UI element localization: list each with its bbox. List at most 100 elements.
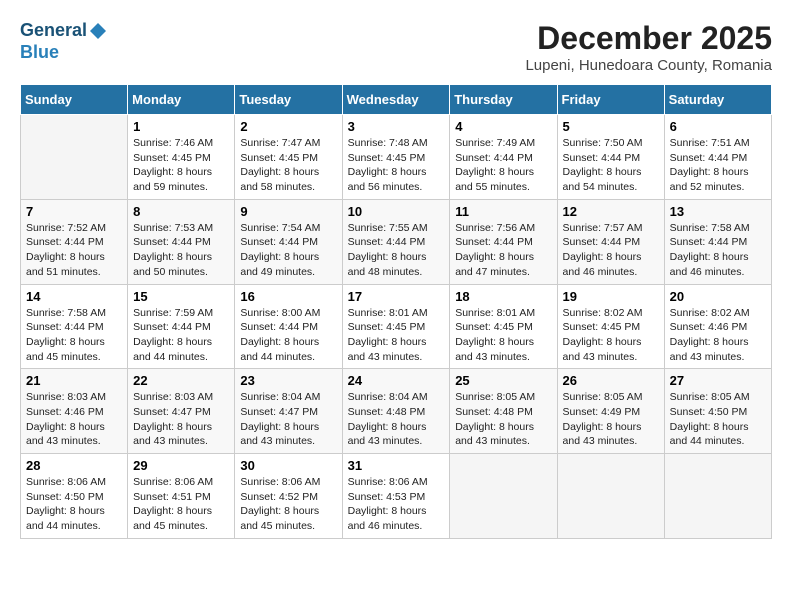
calendar-cell: 31Sunrise: 8:06 AMSunset: 4:53 PMDayligh… — [342, 454, 450, 539]
day-number: 10 — [348, 204, 445, 219]
day-info: Sunrise: 8:04 AMSunset: 4:47 PMDaylight:… — [240, 390, 336, 449]
calendar-cell: 25Sunrise: 8:05 AMSunset: 4:48 PMDayligh… — [450, 369, 557, 454]
day-info: Sunrise: 8:04 AMSunset: 4:48 PMDaylight:… — [348, 390, 445, 449]
calendar-week-row: 1 Sunrise: 7:46 AMSunset: 4:45 PMDaylight… — [21, 115, 772, 200]
calendar-cell: 5 Sunrise: 7:50 AMSunset: 4:44 PMDaylight… — [557, 115, 664, 200]
day-info: Sunrise: 7:59 AMSunset: 4:44 PMDaylight:… — [133, 306, 229, 365]
calendar-cell: 28 Sunrise: 8:06 AMSunset: 4:50 PMDayligh… — [21, 454, 128, 539]
day-info: Sunrise: 8:03 AMSunset: 4:47 PMDaylight:… — [133, 390, 229, 449]
logo: General Blue — [20, 20, 107, 63]
calendar-cell — [21, 115, 128, 200]
day-info: Sunrise: 8:01 AMSunset: 4:45 PMDaylight:… — [455, 306, 551, 365]
column-header-monday: Monday — [128, 85, 235, 115]
day-number: 30 — [240, 458, 336, 473]
day-number: 23 — [240, 373, 336, 388]
calendar-cell: 26 Sunrise: 8:05 AMSunset: 4:49 PMDayligh… — [557, 369, 664, 454]
day-info: Sunrise: 8:03 AMSunset: 4:46 PMDaylight:… — [26, 390, 122, 449]
calendar-week-row: 7 Sunrise: 7:52 AMSunset: 4:44 PMDaylight… — [21, 199, 772, 284]
day-number: 29 — [133, 458, 229, 473]
calendar-week-row: 21 Sunrise: 8:03 AMSunset: 4:46 PMDayligh… — [21, 369, 772, 454]
calendar-cell: 24 Sunrise: 8:04 AMSunset: 4:48 PMDayligh… — [342, 369, 450, 454]
day-info: Sunrise: 7:57 AMSunset: 4:44 PMDaylight:… — [563, 221, 659, 280]
day-number: 11 — [455, 204, 551, 219]
day-number: 12 — [563, 204, 659, 219]
logo-general-text: General — [20, 20, 87, 42]
day-number: 7 — [26, 204, 122, 219]
calendar-cell: 7 Sunrise: 7:52 AMSunset: 4:44 PMDaylight… — [21, 199, 128, 284]
day-info: Sunrise: 7:47 AMSunset: 4:45 PMDaylight:… — [240, 136, 336, 195]
calendar-cell: 3Sunrise: 7:48 AMSunset: 4:45 PMDaylight… — [342, 115, 450, 200]
day-number: 4 — [455, 119, 551, 134]
title-section: December 2025 Lupeni, Hunedoara County, … — [525, 20, 772, 74]
day-info: Sunrise: 7:53 AMSunset: 4:44 PMDaylight:… — [133, 221, 229, 280]
day-number: 25 — [455, 373, 551, 388]
day-info: Sunrise: 7:54 AMSunset: 4:44 PMDaylight:… — [240, 221, 336, 280]
day-number: 5 — [563, 119, 659, 134]
day-info: Sunrise: 7:46 AMSunset: 4:45 PMDaylight:… — [133, 136, 229, 195]
calendar-cell: 19 Sunrise: 8:02 AMSunset: 4:45 PMDayligh… — [557, 284, 664, 369]
calendar-cell: 4 Sunrise: 7:49 AMSunset: 4:44 PMDaylight… — [450, 115, 557, 200]
calendar-week-row: 28 Sunrise: 8:06 AMSunset: 4:50 PMDayligh… — [21, 454, 772, 539]
day-info: Sunrise: 8:01 AMSunset: 4:45 PMDaylight:… — [348, 306, 445, 365]
day-number: 27 — [670, 373, 766, 388]
location: Lupeni, Hunedoara County, Romania — [525, 57, 772, 74]
day-info: Sunrise: 7:55 AMSunset: 4:44 PMDaylight:… — [348, 221, 445, 280]
day-number: 1 — [133, 119, 229, 134]
day-number: 18 — [455, 289, 551, 304]
day-number: 6 — [670, 119, 766, 134]
column-header-friday: Friday — [557, 85, 664, 115]
day-number: 20 — [670, 289, 766, 304]
day-info: Sunrise: 7:58 AMSunset: 4:44 PMDaylight:… — [26, 306, 122, 365]
column-header-wednesday: Wednesday — [342, 85, 450, 115]
day-info: Sunrise: 7:50 AMSunset: 4:44 PMDaylight:… — [563, 136, 659, 195]
month-title: December 2025 — [525, 20, 772, 57]
calendar-cell — [557, 454, 664, 539]
calendar-cell — [664, 454, 771, 539]
day-number: 21 — [26, 373, 122, 388]
day-number: 19 — [563, 289, 659, 304]
day-number: 15 — [133, 289, 229, 304]
calendar-cell: 13Sunrise: 7:58 AMSunset: 4:44 PMDayligh… — [664, 199, 771, 284]
calendar-cell: 6 Sunrise: 7:51 AMSunset: 4:44 PMDaylight… — [664, 115, 771, 200]
calendar-cell: 9 Sunrise: 7:54 AMSunset: 4:44 PMDaylight… — [235, 199, 342, 284]
day-number: 9 — [240, 204, 336, 219]
day-number: 13 — [670, 204, 766, 219]
column-header-thursday: Thursday — [450, 85, 557, 115]
day-info: Sunrise: 7:56 AMSunset: 4:44 PMDaylight:… — [455, 221, 551, 280]
calendar-cell: 23 Sunrise: 8:04 AMSunset: 4:47 PMDayligh… — [235, 369, 342, 454]
column-header-saturday: Saturday — [664, 85, 771, 115]
calendar-cell: 17 Sunrise: 8:01 AMSunset: 4:45 PMDayligh… — [342, 284, 450, 369]
day-info: Sunrise: 8:06 AMSunset: 4:50 PMDaylight:… — [26, 475, 122, 534]
calendar-cell: 21 Sunrise: 8:03 AMSunset: 4:46 PMDayligh… — [21, 369, 128, 454]
day-info: Sunrise: 7:48 AMSunset: 4:45 PMDaylight:… — [348, 136, 445, 195]
day-info: Sunrise: 8:02 AMSunset: 4:46 PMDaylight:… — [670, 306, 766, 365]
day-number: 26 — [563, 373, 659, 388]
calendar-week-row: 14 Sunrise: 7:58 AMSunset: 4:44 PMDayligh… — [21, 284, 772, 369]
day-number: 14 — [26, 289, 122, 304]
day-info: Sunrise: 8:06 AMSunset: 4:52 PMDaylight:… — [240, 475, 336, 534]
calendar-cell: 27Sunrise: 8:05 AMSunset: 4:50 PMDayligh… — [664, 369, 771, 454]
day-info: Sunrise: 8:05 AMSunset: 4:49 PMDaylight:… — [563, 390, 659, 449]
day-info: Sunrise: 8:02 AMSunset: 4:45 PMDaylight:… — [563, 306, 659, 365]
calendar-cell: 2Sunrise: 7:47 AMSunset: 4:45 PMDaylight… — [235, 115, 342, 200]
page-header: General Blue December 2025 Lupeni, Huned… — [20, 20, 772, 74]
day-info: Sunrise: 8:00 AMSunset: 4:44 PMDaylight:… — [240, 306, 336, 365]
day-number: 28 — [26, 458, 122, 473]
calendar-cell: 8Sunrise: 7:53 AMSunset: 4:44 PMDaylight… — [128, 199, 235, 284]
column-header-tuesday: Tuesday — [235, 85, 342, 115]
day-number: 22 — [133, 373, 229, 388]
calendar-cell: 11 Sunrise: 7:56 AMSunset: 4:44 PMDayligh… — [450, 199, 557, 284]
day-number: 17 — [348, 289, 445, 304]
day-info: Sunrise: 7:52 AMSunset: 4:44 PMDaylight:… — [26, 221, 122, 280]
day-number: 24 — [348, 373, 445, 388]
day-info: Sunrise: 7:49 AMSunset: 4:44 PMDaylight:… — [455, 136, 551, 195]
calendar-cell: 10 Sunrise: 7:55 AMSunset: 4:44 PMDayligh… — [342, 199, 450, 284]
calendar-cell: 1 Sunrise: 7:46 AMSunset: 4:45 PMDaylight… — [128, 115, 235, 200]
calendar-cell: 18 Sunrise: 8:01 AMSunset: 4:45 PMDayligh… — [450, 284, 557, 369]
logo-icon — [89, 22, 107, 40]
calendar-cell — [450, 454, 557, 539]
day-number: 31 — [348, 458, 445, 473]
day-info: Sunrise: 7:51 AMSunset: 4:44 PMDaylight:… — [670, 136, 766, 195]
calendar-cell: 22 Sunrise: 8:03 AMSunset: 4:47 PMDayligh… — [128, 369, 235, 454]
day-number: 16 — [240, 289, 336, 304]
